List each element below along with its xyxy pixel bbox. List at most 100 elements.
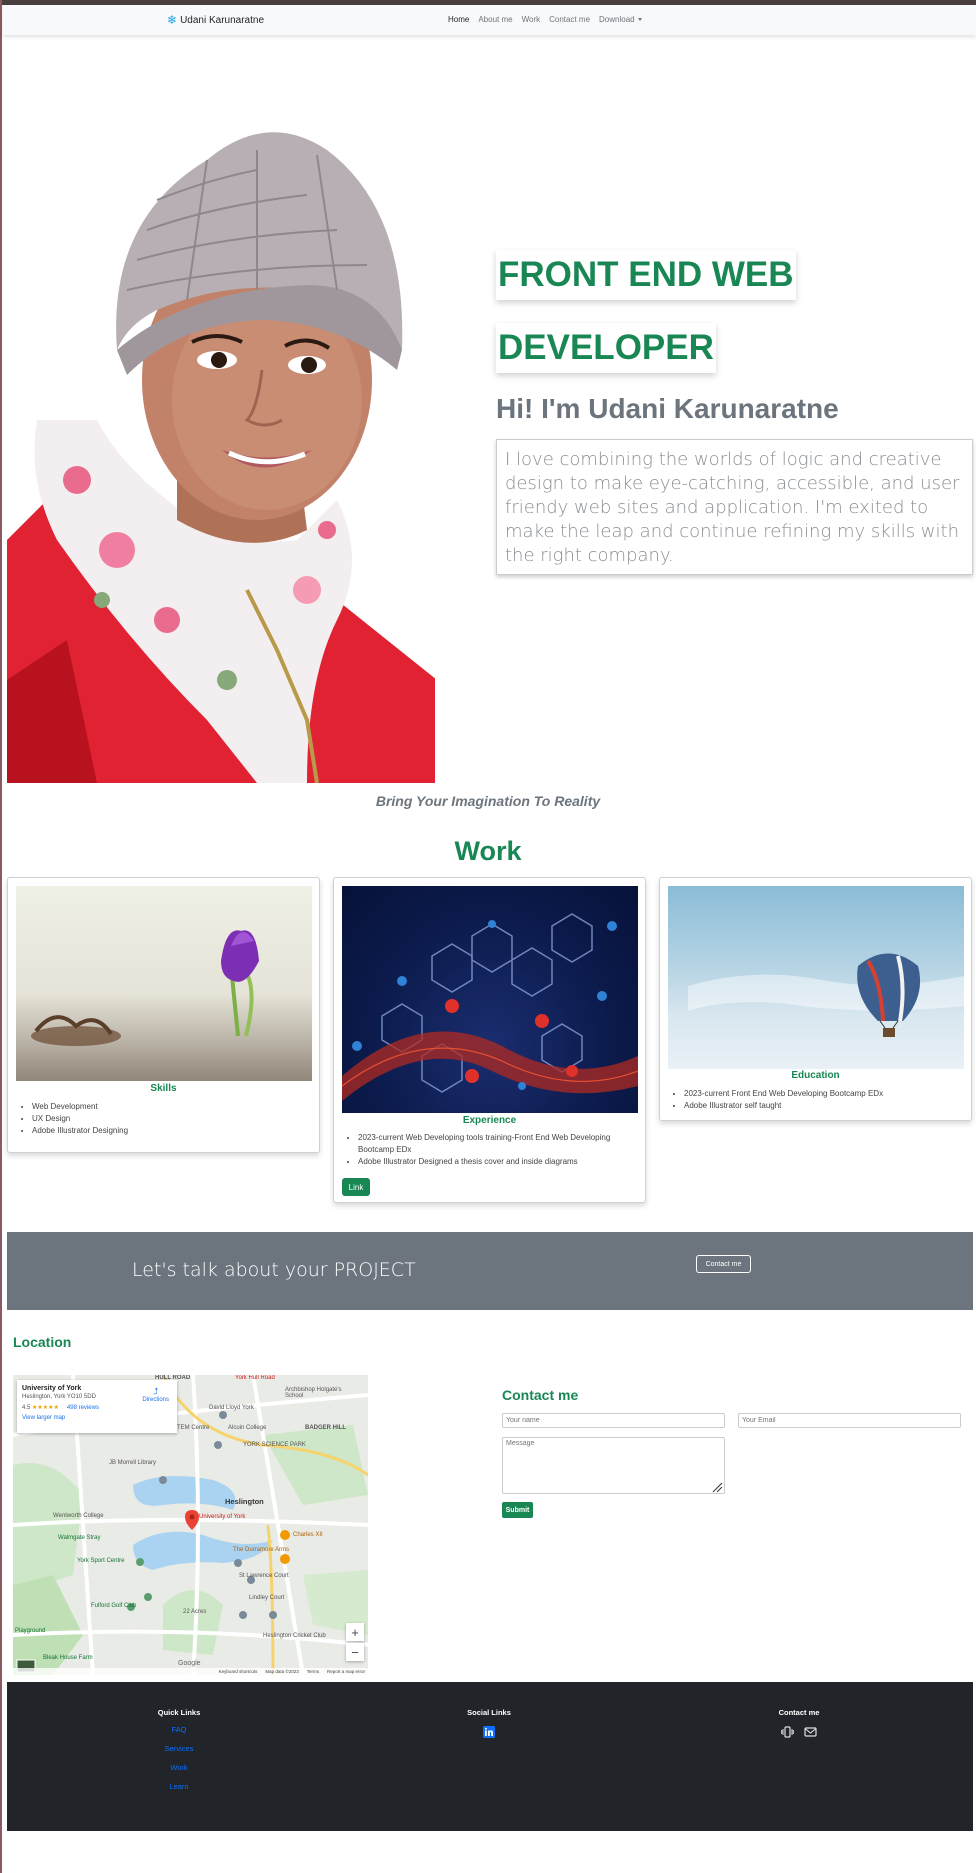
tagline: Bring Your Imagination To Reality (375, 793, 601, 809)
nav-download-label: Download (599, 15, 635, 24)
experience-title: Experience (462, 1115, 517, 1126)
education-list: 2023-current Front End Web Developing Bo… (684, 1088, 883, 1112)
map-footer: Keyboard shortcuts Map data ©2023 Terms … (13, 1668, 368, 1675)
directions-label: Directions (142, 1397, 169, 1403)
footer-link-services[interactable]: Services (119, 1744, 239, 1753)
skills-card: Skills Web Development UX Design Adobe I… (7, 877, 320, 1153)
envelope-icon[interactable] (804, 1725, 817, 1743)
footer: Quick Links FAQ Services Work Learn Soci… (7, 1682, 973, 1831)
message-textarea[interactable] (502, 1437, 725, 1494)
map-rating: 4.5 ★★★★★ 498 reviews (22, 1404, 172, 1411)
star-icons: ★★★★★ (32, 1405, 59, 1411)
nav-links: Home About me Work Contact me Download (448, 15, 642, 24)
education-card: Education 2023-current Front End Web Dev… (659, 877, 972, 1121)
education-title: Education (791, 1070, 840, 1081)
footer-contact: Contact me (739, 1708, 859, 1743)
hero-title-line2: DEVELOPER (496, 323, 716, 373)
navbar: ❄ Udani Karunaratne Home About me Work C… (3, 5, 976, 35)
map-label-york-sport: York Sport Centre (77, 1558, 125, 1564)
hero-bio: I love combining the worlds of logic and… (496, 439, 973, 575)
contact-heading: Contact me (502, 1387, 579, 1403)
google-logo: Google (178, 1660, 201, 1667)
location-heading: Location (13, 1334, 72, 1350)
map-label-charles: Charles XII (293, 1532, 323, 1538)
list-item: UX Design (32, 1113, 128, 1125)
list-item: Adobe Illustrator Designing (32, 1125, 128, 1137)
map-place-card: University of York Heslington, York YO10… (17, 1380, 177, 1433)
map-footer-report[interactable]: Report a map error (327, 1669, 365, 1674)
navbar-brand[interactable]: ❄ Udani Karunaratne (167, 14, 264, 26)
map-label-yorksci: YORK SCIENCE PARK (243, 1442, 306, 1448)
footer-quick-heading: Quick Links (157, 1708, 201, 1717)
list-item: Web Development (32, 1101, 128, 1113)
map-label-archbishop: Archbishop Holgate's School (285, 1387, 342, 1399)
contact-icons (739, 1725, 859, 1743)
list-item: Adobe Illustrator Designed a thesis cove… (358, 1156, 628, 1168)
nav-download-dropdown[interactable]: Download (599, 15, 642, 24)
hero-title-line1: FRONT END WEB (496, 250, 796, 300)
linkedin-icon[interactable] (483, 1725, 495, 1743)
map-label-durramore: The Durramore Arms (233, 1547, 290, 1553)
email-input[interactable] (738, 1413, 961, 1428)
footer-link-faq[interactable]: FAQ (119, 1725, 239, 1734)
map-label-bleak: Bleak House Farm (43, 1655, 93, 1661)
nav-about[interactable]: About me (478, 15, 512, 24)
nav-contact[interactable]: Contact me (549, 15, 590, 24)
contact-me-button[interactable]: Contact me (696, 1255, 751, 1273)
map-label-york-hull-road: York Hull Road (235, 1375, 275, 1381)
chevron-down-icon (637, 18, 642, 22)
zoom-out-button[interactable]: − (346, 1643, 364, 1661)
view-larger-map-link[interactable]: View larger map (22, 1415, 172, 1421)
molecule-image (342, 886, 638, 1113)
map-label-lloyd: David Lloyd York (209, 1405, 254, 1411)
map-label-wentworth: Wentworth College (53, 1513, 104, 1519)
phone-vibrate-icon[interactable] (781, 1725, 794, 1743)
map-label-stlaurence: St Lawrence Court (239, 1573, 289, 1579)
snowflake-icon: ❄ (167, 13, 178, 27)
crocus-image (16, 886, 312, 1081)
social-icons (429, 1725, 549, 1743)
footer-link-learn[interactable]: Learn (119, 1782, 239, 1791)
map-label-fulford: Fulford Golf Club (91, 1603, 137, 1609)
hero-greeting: Hi! I'm Udani Karunaratne (496, 393, 839, 424)
footer-social-heading: Social Links (467, 1708, 511, 1717)
map-label-stem: STEM Centre (173, 1425, 210, 1431)
list-item: Adobe Illustrator self taught (684, 1100, 883, 1112)
map-label-lindley: Lindley Court (249, 1595, 285, 1601)
footer-contact-heading: Contact me (778, 1708, 820, 1717)
map-label-heslington: Heslington (225, 1497, 264, 1506)
footer-quick-links: Quick Links FAQ Services Work Learn (119, 1708, 239, 1801)
nav-work[interactable]: Work (522, 15, 541, 24)
map-label-walmgate: Walmgate Stray (58, 1535, 101, 1541)
experience-card: Experience 2023-current Web Developing t… (333, 877, 646, 1203)
name-input[interactable] (502, 1413, 725, 1428)
footer-social-links: Social Links (429, 1708, 549, 1743)
map-footer-shortcuts[interactable]: Keyboard shortcuts (219, 1669, 258, 1674)
skills-list: Web Development UX Design Adobe Illustra… (32, 1101, 128, 1137)
zoom-in-button[interactable]: + (346, 1623, 364, 1641)
profile-photo (7, 120, 435, 783)
map-label-alcuin: Alcuin College (228, 1425, 267, 1431)
experience-link-button[interactable]: Link (342, 1178, 370, 1196)
experience-list: 2023-current Web Developing tools traini… (358, 1132, 628, 1168)
brand-name: Udani Karunaratne (180, 14, 265, 26)
map-reviews-link[interactable]: 498 reviews (67, 1405, 99, 1411)
list-item: 2023-current Web Developing tools traini… (358, 1132, 628, 1156)
directions-button[interactable]: ⮥ Directions (142, 1386, 169, 1403)
list-item: 2023-current Front End Web Developing Bo… (684, 1088, 883, 1100)
footer-link-work[interactable]: Work (119, 1763, 239, 1772)
resize-handle-icon[interactable] (711, 1480, 723, 1493)
directions-icon: ⮥ (153, 1386, 159, 1396)
map-embed[interactable]: Heslington University of York Charles XI… (13, 1375, 368, 1675)
submit-button[interactable]: Submit (502, 1502, 533, 1518)
map-label-playground: Playground (15, 1628, 46, 1634)
balloon-image (668, 886, 964, 1069)
nav-home[interactable]: Home (448, 15, 469, 24)
map-label-22acres: 22 Acres (183, 1609, 207, 1615)
left-border (0, 0, 2, 1873)
map-rating-value: 4.5 (22, 1405, 31, 1411)
map-footer-terms[interactable]: Terms (307, 1669, 319, 1674)
map-label-cricket: Heslington Cricket Club (263, 1633, 326, 1639)
skills-title: Skills (150, 1083, 177, 1094)
work-heading: Work (454, 836, 522, 866)
